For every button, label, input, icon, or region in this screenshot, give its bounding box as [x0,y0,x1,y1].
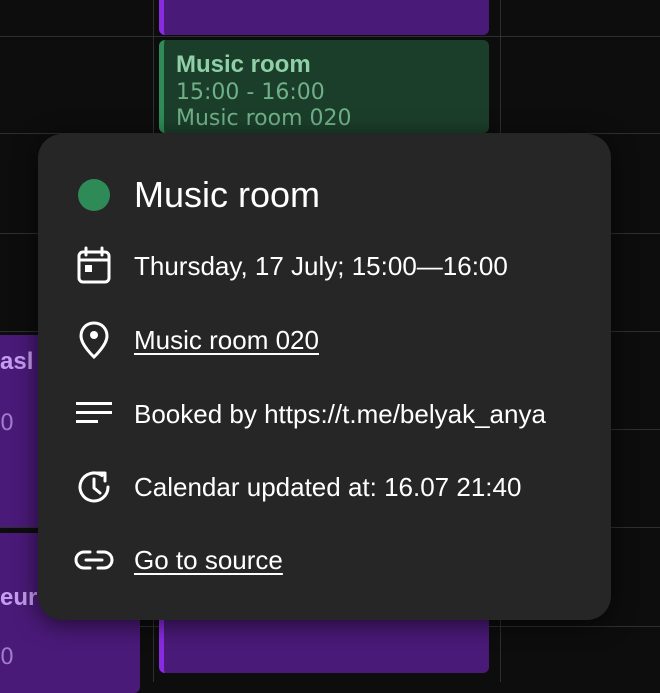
clock-refresh-icon [74,467,114,507]
event-location: Music room 020 [176,106,352,131]
popover-updated-row: Calendar updated at: 16.07 21:40 [74,467,591,507]
popover-title-row: Music room [74,172,591,218]
event-time: 0 [0,645,14,670]
event-color-dot [74,175,114,215]
popover-source-row: Go to source [74,540,591,580]
calendar-icon [74,246,114,286]
event-date-time: Thursday, 17 July; 15:00—16:00 [134,250,508,281]
link-icon [74,540,114,580]
event-title: Music room [176,51,311,78]
popover-location-row: Music room 020 [74,320,591,360]
color-dot-icon [78,179,110,211]
event-time: 15:00 - 16:00 [176,80,325,105]
popover-description-row: Booked by https://t.me/belyak_anya [74,394,591,434]
calendar-event[interactable] [159,0,489,35]
location-pin-icon [74,320,114,360]
calendar-event-music-room[interactable]: Music room 15:00 - 16:00 Music room 020 [159,40,489,133]
text-lines-icon [74,394,114,434]
event-location-link[interactable]: Music room 020 [134,325,319,356]
grid-line [0,36,660,37]
go-to-source-link[interactable]: Go to source [134,545,283,576]
popover-date-row: Thursday, 17 July; 15:00—16:00 [74,246,591,286]
event-description: Booked by https://t.me/belyak_anya [134,398,546,429]
calendar-updated-text: Calendar updated at: 16.07 21:40 [134,471,522,502]
popover-title: Music room [134,174,321,215]
event-details-popover: Music room Thursday, 17 July; 15:00—16:0… [38,134,611,620]
